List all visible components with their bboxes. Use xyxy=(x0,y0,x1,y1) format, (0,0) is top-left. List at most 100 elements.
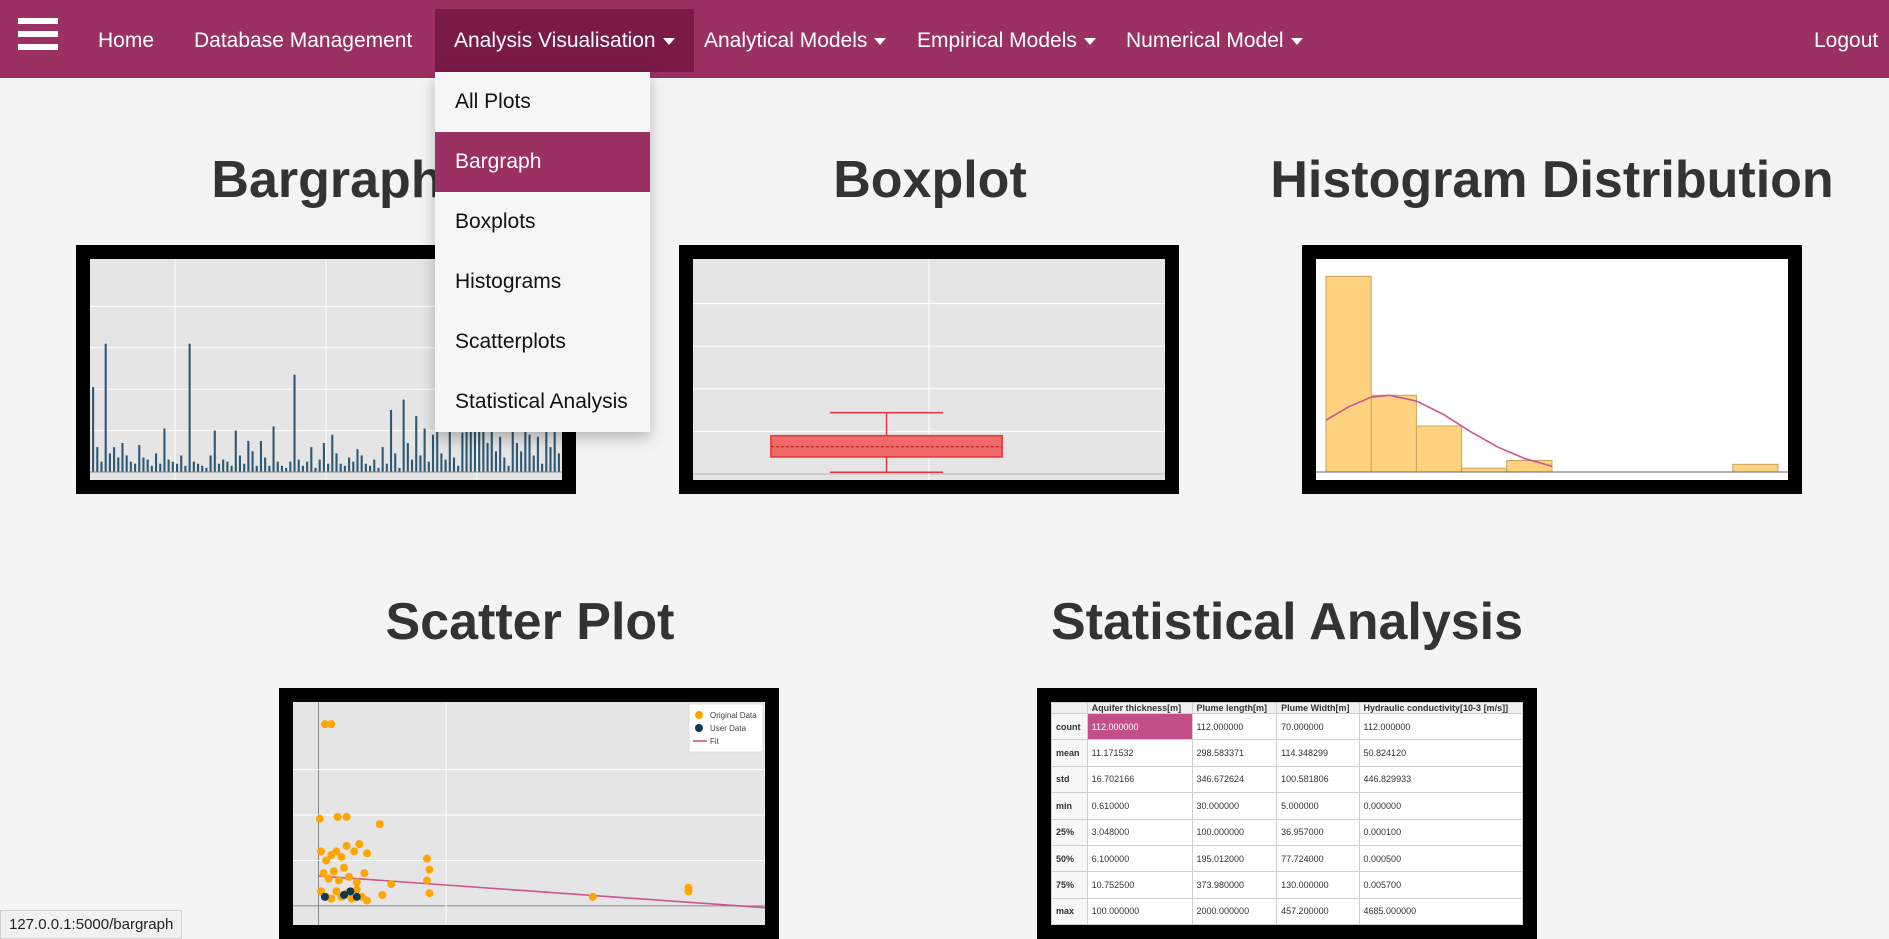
bar xyxy=(452,457,456,472)
dropdown-item-bargraph[interactable]: Bargraph xyxy=(435,132,650,192)
caret-down-icon xyxy=(874,37,887,45)
stats-cell: 100.000000 xyxy=(1086,897,1193,925)
dropdown-item-boxplots[interactable]: Boxplots xyxy=(435,192,650,252)
dropdown-item-scatterplots[interactable]: Scatterplots xyxy=(435,312,650,372)
original-data-point xyxy=(333,812,342,821)
bar xyxy=(348,457,351,472)
stats-cell: 100.000000 xyxy=(1191,818,1278,846)
bar xyxy=(213,430,216,472)
bar xyxy=(222,459,225,472)
bar xyxy=(457,465,460,472)
bar xyxy=(327,463,330,472)
nav-logout-label: Logout xyxy=(1814,29,1879,52)
bar xyxy=(335,453,338,472)
nav-analytical-models[interactable]: Analytical Models xyxy=(685,0,905,78)
stats-cell: 346.672624 xyxy=(1191,765,1278,794)
stats-row: mean 11.171532 298.583371 114.348299 50.8241… xyxy=(1051,739,1523,767)
scatter-chart: Original Data User Data Fit xyxy=(293,702,765,925)
bar xyxy=(360,455,363,472)
bar xyxy=(280,465,283,472)
bar xyxy=(150,465,153,472)
stats-cell: 112.000000 xyxy=(1191,712,1278,741)
original-data-point xyxy=(375,820,384,829)
scatter-card[interactable]: Original Data User Data Fit xyxy=(279,688,779,939)
stats-cell: 77.724000 xyxy=(1276,844,1360,873)
bar xyxy=(461,432,464,472)
bar xyxy=(113,447,116,472)
bar xyxy=(134,463,137,472)
stats-row: 50% 6.100000 195.012000 77.724000 0.000500 xyxy=(1051,844,1523,873)
histogram-bin xyxy=(1415,425,1463,473)
stats-row: count 112.000000 112.000000 70.000000 112.00… xyxy=(1051,712,1523,741)
legend-label: Fit xyxy=(710,737,720,746)
bar xyxy=(96,447,99,472)
bar xyxy=(352,461,355,472)
nav-analytical-label: Analytical Models xyxy=(704,29,868,52)
stats-row-label: 50% xyxy=(1051,844,1088,873)
bar xyxy=(356,449,359,472)
stats-card[interactable]: Aquifer thickness[m] Plume length[m] Plume… xyxy=(1037,688,1537,939)
stats-cell: 298.583371 xyxy=(1191,739,1278,767)
bar xyxy=(289,461,292,472)
bar xyxy=(251,451,254,472)
bar xyxy=(528,434,531,472)
stats-cell: 11.171532 xyxy=(1086,739,1193,767)
boxplot-chart xyxy=(693,259,1165,480)
original-data-point xyxy=(329,867,338,876)
dropdown-item-statistical-analysis[interactable]: Statistical Analysis xyxy=(435,372,650,432)
dropdown-item-histograms[interactable]: Histograms xyxy=(435,252,650,312)
nav-numerical-model[interactable]: Numerical Model xyxy=(1107,0,1322,78)
dropdown-item-all-plots[interactable]: All Plots xyxy=(435,72,650,132)
stats-row: 75% 10.752500 373.980000 130.000000 0.005700 xyxy=(1051,871,1523,899)
nav-empirical-models[interactable]: Empirical Models xyxy=(898,0,1115,78)
stats-row-label: count xyxy=(1051,712,1088,741)
status-bar-url: 127.0.0.1:5000/bargraph xyxy=(0,910,183,939)
nav-database-management[interactable]: Database Management xyxy=(175,0,431,78)
nav-logout[interactable]: Logout xyxy=(1795,0,1889,78)
bar xyxy=(440,453,443,472)
nav-analysis-visualisation[interactable]: Analysis Visualisation xyxy=(435,9,694,72)
bar xyxy=(117,457,120,472)
stats-row: min 0.610000 30.000000 5.000000 0.000000 xyxy=(1051,792,1523,820)
stats-column-header: Plume length[m] xyxy=(1191,702,1278,714)
original-data-point xyxy=(355,840,364,849)
caret-down-icon xyxy=(1290,37,1303,45)
stats-row-label: 75% xyxy=(1051,871,1088,899)
histogram-card[interactable] xyxy=(1302,245,1802,494)
bar xyxy=(373,459,376,472)
original-data-point xyxy=(337,852,346,861)
bar xyxy=(406,443,409,472)
legend-marker xyxy=(695,711,703,719)
nav-database-label: Database Management xyxy=(194,29,413,52)
bar xyxy=(163,428,166,472)
stats-cell: 0.000100 xyxy=(1358,818,1523,846)
original-data-point xyxy=(422,876,431,885)
original-data-point xyxy=(334,876,343,885)
stats-cell: 0.000500 xyxy=(1358,844,1523,873)
stats-cell: 36.957000 xyxy=(1276,818,1360,846)
bar xyxy=(402,399,405,472)
bar xyxy=(184,465,187,472)
bar xyxy=(159,463,162,472)
caret-down-icon xyxy=(1083,37,1096,45)
bar xyxy=(310,447,313,472)
nav-home[interactable]: Home xyxy=(79,0,173,78)
nav-numerical-label: Numerical Model xyxy=(1126,29,1284,52)
stats-header-row: Aquifer thickness[m] Plume length[m] Plume… xyxy=(1051,702,1523,714)
hamburger-menu-icon[interactable] xyxy=(18,18,58,50)
nav-analysis-label: Analysis Visualisation xyxy=(454,29,656,52)
stats-cell: 16.702166 xyxy=(1086,765,1193,794)
stats-row-label: max xyxy=(1051,897,1088,925)
nav-empirical-label: Empirical Models xyxy=(917,29,1077,52)
bar xyxy=(331,434,334,472)
bar xyxy=(104,343,107,472)
stats-row-label: min xyxy=(1051,792,1088,820)
original-data-point xyxy=(345,872,354,881)
stats-title: Statistical Analysis xyxy=(1050,593,1524,651)
stats-cell: 50.824120 xyxy=(1358,739,1523,767)
boxplot-card[interactable] xyxy=(679,245,1179,494)
original-data-point xyxy=(387,880,396,889)
original-data-point xyxy=(588,892,597,901)
boxplot-title: Boxplot xyxy=(833,151,1027,209)
bar xyxy=(364,463,367,472)
